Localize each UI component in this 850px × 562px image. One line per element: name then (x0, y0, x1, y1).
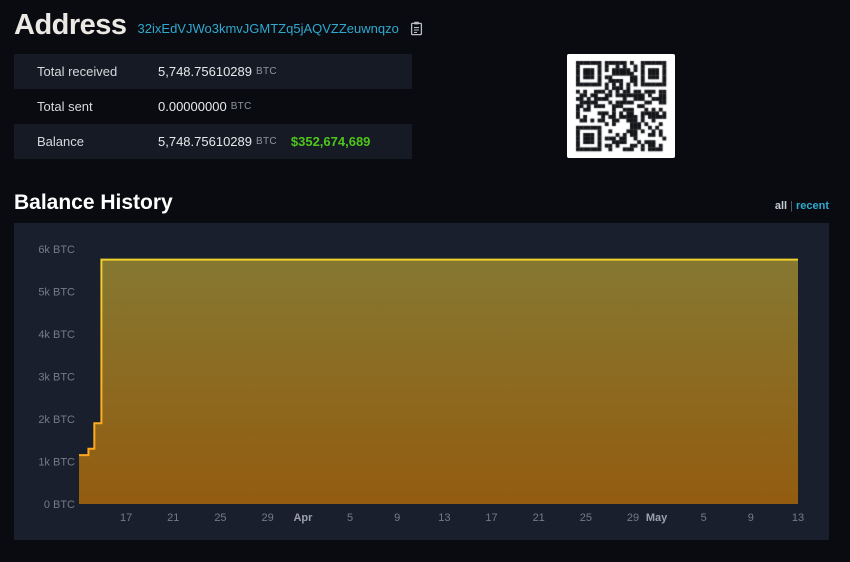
x-axis-tick-label: 25 (580, 512, 592, 524)
address-page: Address 32ixEdVJWo3kmvJGMTZq5jAQVZZeuwnq… (0, 0, 850, 540)
stat-label: Balance (37, 134, 158, 149)
address-hash-link[interactable]: 32ixEdVJWo3kmvJGMTZq5jAQVZZeuwnqzo (138, 21, 399, 36)
qr-zone (412, 54, 829, 159)
table-row-total-received: Total received 5,748.75610289 BTC (14, 54, 412, 89)
x-axis-tick-label: 5 (701, 512, 707, 524)
x-axis-tick-label: 17 (120, 512, 132, 524)
y-axis-tick-label: 4k BTC (38, 329, 75, 341)
page-header: Address 32ixEdVJWo3kmvJGMTZq5jAQVZZeuwnq… (14, 0, 836, 45)
x-axis-tick-label: 9 (748, 512, 754, 524)
chart-panel: 0 BTC 1k BTC 2k BTC 3k BTC 4k BTC 5k BTC 6k BT… (14, 223, 829, 540)
stat-label: Total sent (37, 99, 158, 114)
balance-history-header: Balance History all|recent (14, 191, 829, 215)
stats-table: Total received 5,748.75610289 BTC Total … (14, 54, 412, 159)
y-axis-tick-label: 1k BTC (38, 457, 75, 469)
x-axis-tick-label: 17 (485, 512, 497, 524)
x-axis-tick-label: 9 (394, 512, 400, 524)
copy-address-button[interactable] (410, 21, 423, 36)
range-link-recent[interactable]: recent (796, 200, 829, 212)
balance-area-series (79, 260, 798, 504)
range-link-separator: | (790, 200, 793, 212)
x-axis-tick-label: May (646, 512, 668, 524)
stat-unit: BTC (231, 101, 252, 112)
stat-label: Total received (37, 64, 158, 79)
stat-unit: BTC (256, 136, 277, 147)
y-axis-tick-label: 5k BTC (38, 287, 75, 299)
y-axis-tick-label: 6k BTC (38, 244, 75, 256)
clipboard-copy-icon (410, 24, 423, 39)
balance-usd-value: $352,674,689 (291, 134, 371, 149)
range-link-all[interactable]: all (775, 200, 787, 212)
x-axis-tick-label: 25 (214, 512, 226, 524)
balance-history-chart: 0 BTC 1k BTC 2k BTC 3k BTC 4k BTC 5k BTC 6k BT… (14, 223, 829, 540)
stat-value: 0.00000000 (158, 99, 227, 114)
stat-unit: BTC (256, 66, 277, 77)
table-row-total-sent: Total sent 0.00000000 BTC (14, 89, 412, 124)
x-axis-tick-label: 21 (167, 512, 179, 524)
x-axis-tick-label: 13 (792, 512, 804, 524)
x-axis-tick-label: 21 (533, 512, 545, 524)
address-summary: Total received 5,748.75610289 BTC Total … (14, 54, 829, 159)
qr-code (567, 54, 675, 158)
x-axis-tick-label: 13 (438, 512, 450, 524)
section-title: Balance History (14, 191, 173, 215)
x-axis-tick-label: 5 (347, 512, 353, 524)
x-axis-tick-label: 29 (627, 512, 639, 524)
y-axis-tick-label: 2k BTC (38, 414, 75, 426)
page-title: Address (14, 9, 127, 42)
stat-value: 5,748.75610289 (158, 64, 252, 79)
x-axis-tick-label: 29 (261, 512, 273, 524)
table-row-balance: Balance 5,748.75610289 BTC $352,674,689 (14, 124, 412, 159)
stat-value: 5,748.75610289 (158, 134, 252, 149)
y-axis-tick-label: 3k BTC (38, 372, 75, 384)
x-axis-tick-label: Apr (293, 512, 313, 524)
range-links: all|recent (775, 200, 829, 215)
y-axis-tick-label: 0 BTC (44, 499, 75, 511)
